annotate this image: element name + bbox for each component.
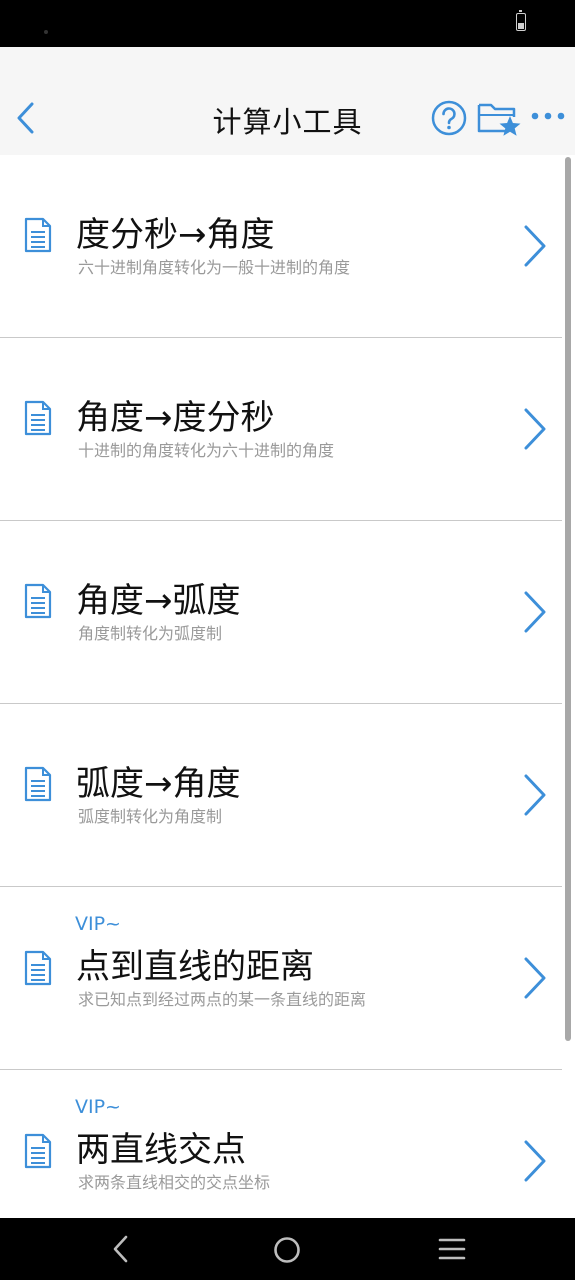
item-description: 六十进制角度转化为一般十进制的角度 (78, 258, 351, 277)
list-item[interactable]: 角度→度分秒 十进制的角度转化为六十进制的角度 (0, 338, 562, 521)
list-item[interactable]: VIP~ 点到直线的距离 求已知点到经过两点的某一条直线的距离 (0, 887, 562, 1070)
document-icon (24, 217, 52, 253)
title-bar: 计算小工具 (0, 47, 575, 155)
folder-star-icon[interactable] (476, 97, 524, 139)
item-description: 求已知点到经过两点的某一条直线的距离 (78, 990, 367, 1009)
vip-tag: VIP~ (75, 913, 121, 935)
nav-menu-icon[interactable] (438, 1237, 466, 1261)
chevron-right-icon (524, 774, 546, 816)
list-item[interactable]: 度分秒→角度 六十进制角度转化为一般十进制的角度 (0, 155, 562, 338)
chevron-right-icon (524, 1140, 546, 1182)
list-item[interactable]: 弧度→角度 弧度制转化为角度制 (0, 704, 562, 887)
item-description: 十进制的角度转化为六十进制的角度 (78, 441, 335, 460)
tool-list: 度分秒→角度 六十进制角度转化为一般十进制的角度 角度→度分秒 十进制的角度转化… (0, 155, 562, 1218)
item-title: 度分秒→角度 (76, 215, 275, 255)
document-icon (24, 766, 52, 802)
status-bar (0, 0, 575, 47)
vip-tag: VIP~ (75, 1096, 121, 1118)
list-item[interactable]: VIP~ 两直线交点 求两条直线相交的交点坐标 (0, 1070, 562, 1218)
item-title: 点到直线的距离 (76, 947, 314, 987)
chevron-right-icon (524, 591, 546, 633)
item-title: 角度→弧度 (76, 581, 241, 621)
list-item[interactable]: 角度→弧度 角度制转化为弧度制 (0, 521, 562, 704)
system-nav-bar (0, 1218, 575, 1280)
item-title: 弧度→角度 (76, 764, 241, 804)
battery-icon (516, 10, 526, 31)
scrollbar-thumb[interactable] (565, 157, 571, 1041)
nav-back-icon[interactable] (108, 1234, 134, 1264)
chevron-right-icon (524, 408, 546, 450)
document-icon (24, 583, 52, 619)
item-description: 求两条直线相交的交点坐标 (78, 1173, 271, 1192)
nav-home-icon[interactable] (273, 1236, 301, 1264)
document-icon (24, 400, 52, 436)
item-title: 角度→度分秒 (76, 398, 275, 438)
item-description: 弧度制转化为角度制 (78, 807, 223, 826)
chevron-right-icon (524, 957, 546, 999)
item-description: 角度制转化为弧度制 (78, 624, 223, 643)
camera-dot (44, 30, 48, 34)
help-icon[interactable] (430, 99, 468, 137)
more-icon[interactable] (530, 109, 566, 123)
document-icon (24, 950, 52, 986)
document-icon (24, 1133, 52, 1169)
item-title: 两直线交点 (76, 1130, 246, 1170)
chevron-right-icon (524, 225, 546, 267)
